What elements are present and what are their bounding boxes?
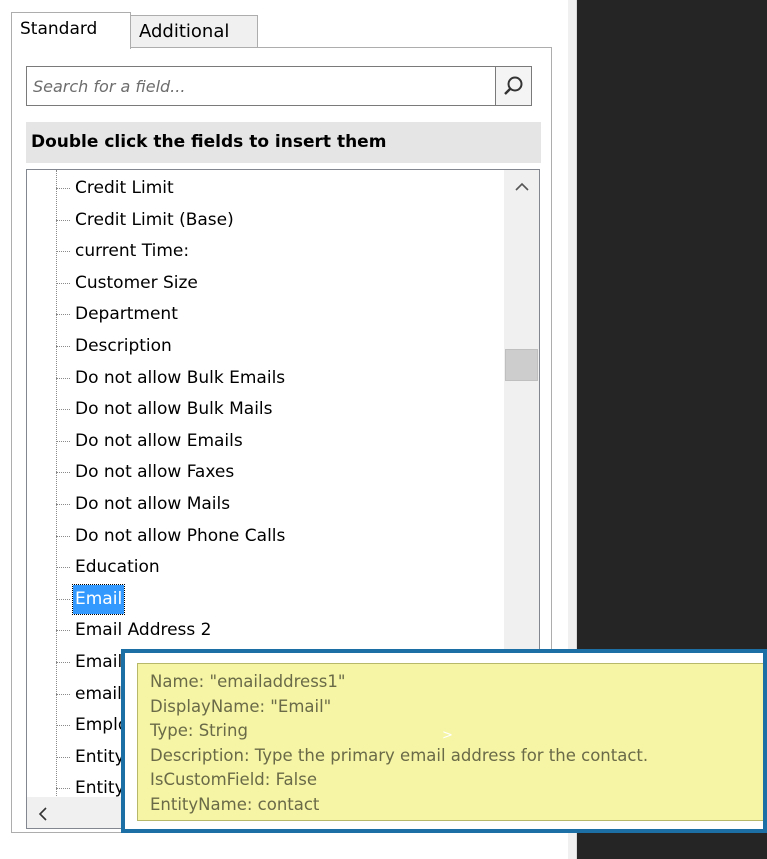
tree-item-label: Credit Limit (75, 178, 174, 198)
search-icon (503, 76, 522, 95)
tree-connector (56, 598, 70, 600)
tree-connector (56, 725, 70, 727)
chevron-left-icon (38, 806, 47, 821)
scroll-left-button[interactable] (27, 797, 59, 828)
tree-item-label: Email Address 2 (75, 620, 212, 641)
tree-connector (56, 440, 70, 442)
tree-connector (56, 567, 70, 569)
tree-connector (56, 409, 70, 411)
tree-item-label: Do not allow Mails (75, 494, 231, 514)
tree-connector (56, 630, 70, 632)
tree-item-label: current Time: (75, 241, 190, 262)
tree-connector (56, 756, 70, 758)
tree-item-label: Do not allow Phone Calls (75, 525, 286, 546)
tree-connector (56, 188, 70, 189)
tree-guide-line (56, 170, 57, 828)
tree-connector (56, 251, 70, 253)
tree-connector (56, 504, 70, 505)
tree-item-label: Do not allow Faxes (75, 462, 235, 483)
tree-item-label: Education (75, 557, 160, 578)
tree-item-label: Email (71, 583, 126, 615)
tree-item-label: Credit Limit (Base) (75, 209, 234, 230)
tooltip-display-name: DisplayName: "Email" (150, 696, 332, 716)
tree-connector (56, 314, 70, 316)
tree-connector (56, 346, 70, 347)
tab-standard[interactable]: Standard (11, 12, 131, 49)
tree-connector (56, 693, 70, 695)
tree-item-label: Do not allow Bulk Emails (75, 367, 286, 388)
tree-connector (56, 472, 70, 474)
mouse-cursor-icon: > (442, 728, 453, 743)
tooltip-type: Type: String (150, 721, 248, 740)
tree-connector (56, 377, 70, 379)
tooltip-is-custom: IsCustomField: False (150, 770, 317, 789)
scroll-up-button[interactable] (504, 170, 539, 204)
search-input[interactable] (26, 66, 496, 106)
tree-item-label: Description (75, 336, 172, 356)
tree-connector (56, 662, 70, 663)
tree-connector (56, 788, 70, 790)
tree-connector (56, 535, 70, 537)
tree-connector (56, 219, 70, 221)
instruction-header: Double click the fields to insert them (26, 122, 541, 163)
tooltip-description: Description: Type the primary email addr… (150, 745, 649, 765)
chevron-up-icon (514, 182, 529, 191)
tooltip-entity-name: EntityName: contact (150, 794, 320, 814)
tooltip-name: Name: "emailaddress1" (150, 672, 346, 691)
tree-item-label: Department (75, 304, 178, 325)
tree-connector (56, 282, 70, 284)
tab-additional[interactable]: Additional (130, 15, 258, 48)
tree-item-label: Customer Size (75, 272, 198, 293)
scroll-thumb[interactable] (505, 349, 538, 381)
tree-item-label: Do not allow Emails (75, 430, 243, 451)
tree-item-label: Do not allow Bulk Mails (75, 399, 273, 420)
search-button[interactable] (495, 66, 532, 106)
